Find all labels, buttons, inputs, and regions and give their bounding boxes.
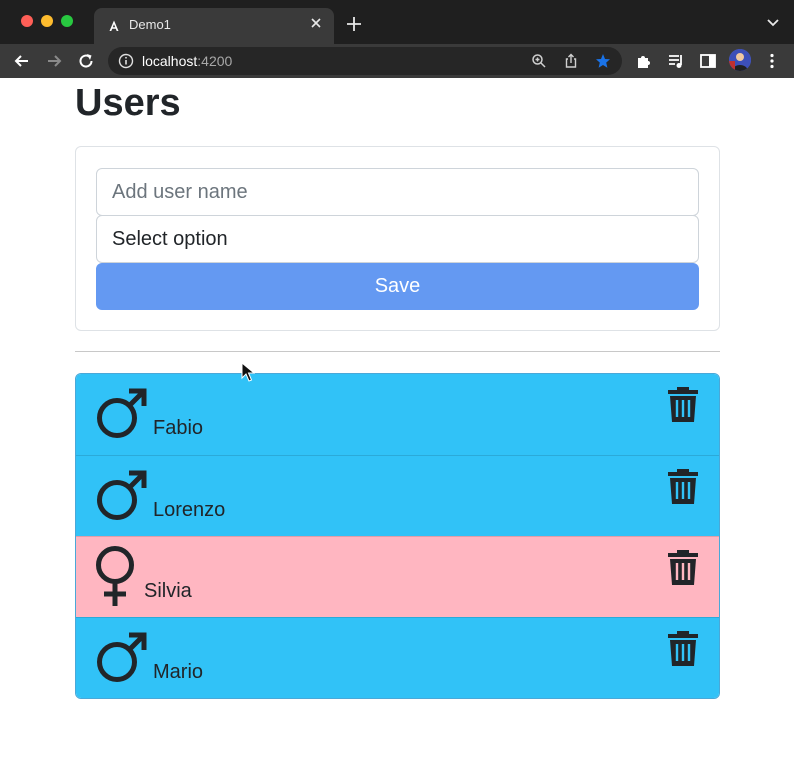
page-content: Users Add user name Select option Save F… xyxy=(0,78,794,768)
address-bar[interactable]: localhost:4200 xyxy=(108,47,622,75)
user-name: Lorenzo xyxy=(153,499,226,521)
female-icon xyxy=(96,546,134,606)
chevron-down-icon[interactable] xyxy=(766,16,780,30)
save-button[interactable]: Save xyxy=(96,263,699,310)
user-name: Silvia xyxy=(144,580,192,602)
zoom-icon[interactable] xyxy=(531,53,547,69)
user-name: Mario xyxy=(153,661,204,683)
sidebar-icon[interactable] xyxy=(699,52,717,70)
user-row: Silvia xyxy=(76,536,719,618)
forward-icon[interactable] xyxy=(44,51,64,71)
close-window-button[interactable] xyxy=(21,15,33,27)
angular-icon xyxy=(109,20,119,31)
user-row: Fabio xyxy=(76,374,719,456)
trash-icon[interactable] xyxy=(667,386,699,422)
plus-icon[interactable] xyxy=(344,14,364,34)
user-name-input[interactable]: Add user name xyxy=(96,168,699,216)
user-row: Lorenzo xyxy=(76,455,719,537)
trash-icon[interactable] xyxy=(667,549,699,585)
male-icon xyxy=(97,470,147,520)
browser-titlebar: Demo1 xyxy=(0,0,794,44)
menu-icon[interactable] xyxy=(763,52,781,70)
close-icon[interactable] xyxy=(308,15,324,31)
user-row: Mario xyxy=(76,617,719,698)
media-icon[interactable] xyxy=(667,52,685,70)
profile-icon xyxy=(729,49,751,71)
user-name: Fabio xyxy=(153,417,204,439)
tab-title: Demo1 xyxy=(129,17,171,32)
extensions-icon[interactable] xyxy=(635,52,653,70)
back-icon[interactable] xyxy=(12,51,32,71)
reload-icon[interactable] xyxy=(76,51,96,71)
minimize-window-button[interactable] xyxy=(41,15,53,27)
avatar[interactable] xyxy=(729,49,751,71)
info-icon[interactable] xyxy=(118,53,134,69)
maximize-window-button[interactable] xyxy=(61,15,73,27)
add-user-card: Add user name Select option Save xyxy=(75,146,720,331)
trash-icon[interactable] xyxy=(667,630,699,666)
gender-select[interactable]: Select option xyxy=(96,215,699,263)
browser-toolbar: localhost:4200 xyxy=(0,44,794,78)
cursor-icon xyxy=(241,362,255,382)
male-icon xyxy=(97,632,147,682)
share-icon[interactable] xyxy=(563,53,579,69)
star-icon[interactable] xyxy=(595,53,611,69)
male-icon xyxy=(97,388,147,438)
divider xyxy=(75,351,720,352)
page-title: Users xyxy=(75,82,181,124)
user-list: Fabio Lorenzo Silvia Mario xyxy=(75,373,720,699)
trash-icon[interactable] xyxy=(667,468,699,504)
url-text[interactable]: localhost:4200 xyxy=(142,53,232,69)
browser-tab[interactable]: Demo1 xyxy=(94,8,334,44)
